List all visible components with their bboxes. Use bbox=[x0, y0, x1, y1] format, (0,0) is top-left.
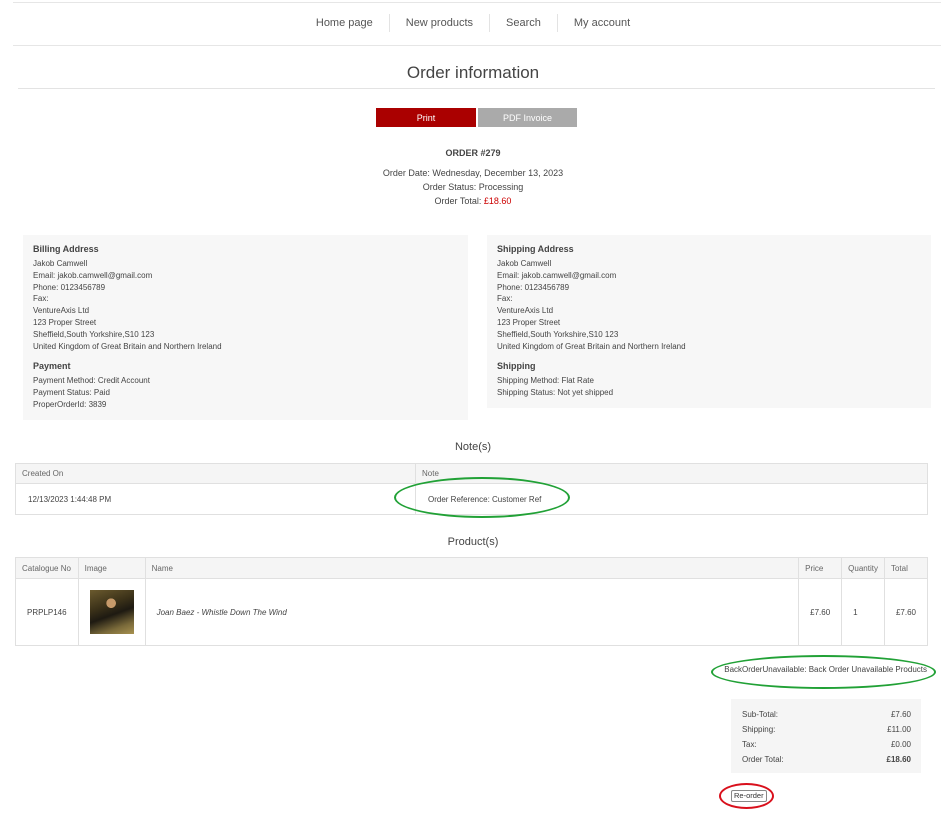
order-number: ORDER #279 bbox=[445, 148, 501, 158]
top-nav: Home page New products Search My account bbox=[0, 12, 946, 34]
subtotal-value: £7.60 bbox=[890, 710, 911, 719]
products-heading: Product(s) bbox=[447, 536, 499, 548]
table-row: PRPLP146 Joan Baez - Whistle Down The Wi… bbox=[15, 578, 929, 646]
print-button[interactable]: Print bbox=[376, 108, 476, 127]
shipping-cost-row: Shipping: £11.00 bbox=[742, 722, 911, 737]
billing-street: 123 Proper Street bbox=[33, 317, 97, 327]
shipping-country: United Kingdom of Great Britain and Nort… bbox=[497, 341, 686, 351]
billing-address-title: Billing Address bbox=[33, 244, 99, 254]
billing-fax: Fax: bbox=[33, 294, 49, 304]
column-header-price: Price bbox=[798, 557, 843, 579]
product-name[interactable]: Joan Baez - Whistle Down The Wind bbox=[144, 578, 800, 646]
shipping-city: Sheffield,South Yorkshire,S10 123 bbox=[497, 329, 619, 339]
backorder-annotation-ellipse bbox=[711, 655, 936, 689]
order-total-row: Order Total: £18.60 bbox=[742, 752, 911, 767]
order-date: Order Date: Wednesday, December 13, 2023 bbox=[382, 168, 564, 178]
order-total-row-value: £18.60 bbox=[886, 755, 911, 764]
nav-my-account-link[interactable]: My account bbox=[558, 12, 646, 34]
shipping-status: Shipping Status: Not yet shipped bbox=[497, 387, 614, 397]
shipping-cost-label: Shipping: bbox=[742, 725, 776, 734]
column-header-created-on: Created On bbox=[15, 463, 416, 484]
shipping-phone: Phone: 0123456789 bbox=[497, 282, 570, 292]
order-total-value: £18.60 bbox=[483, 196, 512, 206]
subtotal-label: Sub-Total: bbox=[742, 710, 779, 719]
order-total-line: Order Total: £18.60 bbox=[0, 196, 946, 206]
column-header-quantity: Quantity bbox=[841, 557, 885, 579]
tax-label: Tax: bbox=[742, 740, 757, 749]
note-created-on: 12/13/2023 1:44:48 PM bbox=[15, 483, 416, 515]
payment-title: Payment bbox=[33, 361, 71, 371]
shipping-email: Email: jakob.camwell@gmail.com bbox=[497, 270, 617, 280]
nav-search-link[interactable]: Search bbox=[490, 12, 557, 34]
nav-home-link[interactable]: Home page bbox=[300, 12, 389, 34]
tax-value: £0.00 bbox=[890, 740, 911, 749]
note-annotation-ellipse bbox=[394, 477, 570, 518]
shipping-company: VentureAxis Ltd bbox=[497, 306, 554, 316]
shipping-cost-value: £11.00 bbox=[887, 725, 911, 734]
pdf-invoice-button[interactable]: PDF Invoice bbox=[478, 108, 577, 127]
billing-email: Email: jakob.camwell@gmail.com bbox=[33, 270, 153, 280]
shipping-method: Shipping Method: Flat Rate bbox=[497, 376, 594, 385]
notes-heading: Note(s) bbox=[454, 441, 492, 453]
products-table: Catalogue No Image Name Price Quantity T… bbox=[15, 557, 929, 646]
billing-city: Sheffield,South Yorkshire,S10 123 bbox=[33, 329, 155, 339]
shipping-address-lines: Jakob Camwell Email: jakob.camwell@gmail… bbox=[497, 258, 686, 352]
subtotal-row: Sub-Total: £7.60 bbox=[742, 707, 911, 722]
order-total-label: Order Total: bbox=[434, 196, 484, 206]
nav-new-products-link[interactable]: New products bbox=[390, 12, 489, 34]
payment-method: Payment Method: Credit Account bbox=[33, 376, 150, 385]
album-cover-image[interactable] bbox=[89, 590, 134, 634]
payment-status: Payment Status: Paid bbox=[33, 387, 110, 397]
order-status: Order Status: Processing bbox=[422, 182, 524, 192]
product-quantity: 1 bbox=[841, 578, 885, 646]
shipping-panel: Shipping Address Jakob Camwell Email: ja… bbox=[487, 235, 931, 408]
column-header-image: Image bbox=[77, 557, 146, 579]
billing-company: VentureAxis Ltd bbox=[33, 306, 90, 316]
table-header-row: Catalogue No Image Name Price Quantity T… bbox=[15, 557, 929, 579]
column-header-name: Name bbox=[144, 557, 800, 579]
shipping-address-title: Shipping Address bbox=[497, 244, 574, 254]
billing-address-lines: Jakob Camwell Email: jakob.camwell@gmail… bbox=[33, 258, 222, 352]
billing-country: United Kingdom of Great Britain and Nort… bbox=[33, 341, 222, 351]
shipping-street: 123 Proper Street bbox=[497, 317, 561, 327]
page-title: Order information bbox=[406, 63, 540, 82]
product-price: £7.60 bbox=[798, 578, 843, 646]
order-total-row-label: Order Total: bbox=[742, 755, 784, 764]
nav-top-divider bbox=[13, 2, 941, 3]
reorder-annotation-ellipse bbox=[719, 783, 774, 809]
billing-name: Jakob Camwell bbox=[33, 259, 88, 268]
title-divider bbox=[18, 88, 935, 89]
column-header-total: Total bbox=[883, 557, 929, 579]
proper-order-id: ProperOrderId: 3839 bbox=[33, 399, 107, 409]
billing-phone: Phone: 0123456789 bbox=[33, 282, 106, 292]
product-catalogue-no: PRPLP146 bbox=[15, 578, 79, 646]
billing-payment-panel: Billing Address Jakob Camwell Email: jak… bbox=[23, 235, 468, 420]
shipping-name: Jakob Camwell bbox=[497, 259, 552, 268]
shipping-method-title: Shipping bbox=[497, 361, 536, 371]
nav-bottom-divider bbox=[13, 45, 941, 46]
column-header-catalogue-no: Catalogue No bbox=[15, 557, 79, 579]
tax-row: Tax: £0.00 bbox=[742, 737, 911, 752]
shipping-fax: Fax: bbox=[497, 294, 513, 304]
product-image-cell bbox=[77, 578, 146, 646]
product-total: £7.60 bbox=[883, 578, 929, 646]
payment-lines: Payment Method: Credit Account Payment S… bbox=[33, 375, 150, 410]
order-totals-box: Sub-Total: £7.60 Shipping: £11.00 Tax: £… bbox=[731, 699, 921, 773]
shipping-lines: Shipping Method: Flat Rate Shipping Stat… bbox=[497, 375, 613, 399]
